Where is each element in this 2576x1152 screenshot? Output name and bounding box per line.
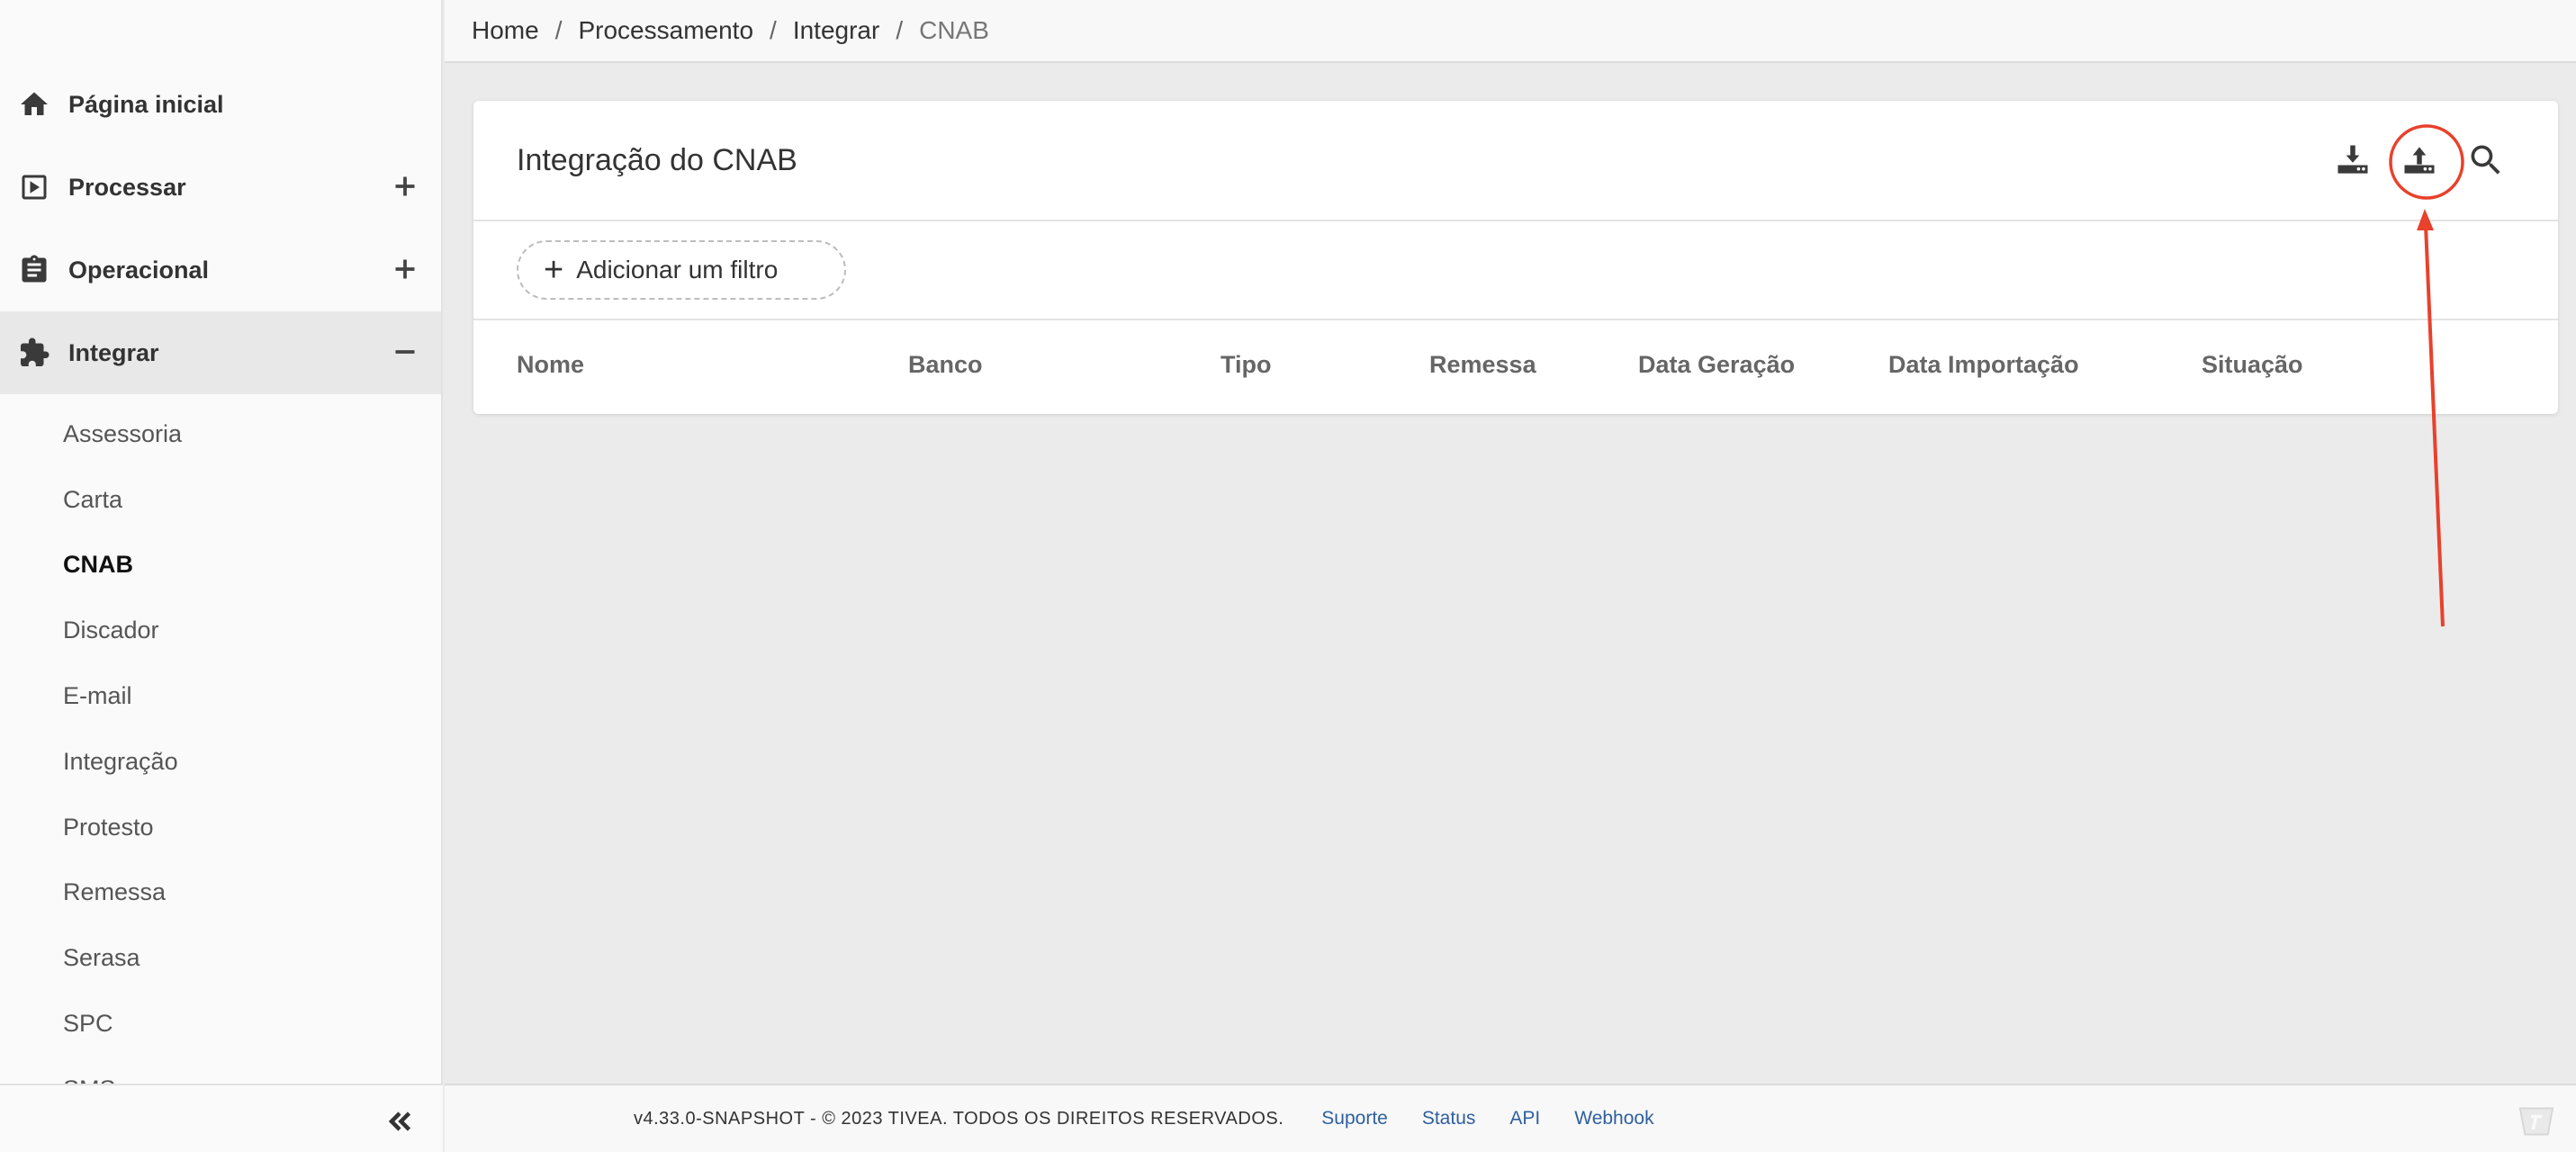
brand-logo-icon: [2518, 1107, 2554, 1136]
play-box-icon: [18, 171, 50, 203]
column-header-data-importacao[interactable]: Data Importação: [1888, 351, 2079, 379]
add-filter-button[interactable]: + Adicionar um filtro: [517, 240, 846, 300]
breadcrumb-separator: /: [896, 16, 904, 44]
sidebar-sub-item-integracao[interactable]: Integração: [0, 729, 441, 795]
sidebar-item-home[interactable]: Página inicial: [0, 63, 441, 146]
app-root: Página inicial Processar Operacional Int…: [0, 0, 2576, 1152]
breadcrumb-item-integrar[interactable]: Integrar: [793, 16, 880, 45]
sidebar-sub-list: Assessoria Carta CNAB Discador E-mail In…: [0, 401, 441, 1084]
sidebar-item-operacional[interactable]: Operacional: [0, 229, 441, 311]
footer: v4.33.0-SNAPSHOT - © 2023 TIVEA. TODOS O…: [445, 1084, 2576, 1152]
footer-copyright: v4.33.0-SNAPSHOT - © 2023 TIVEA. TODOS O…: [634, 1108, 1284, 1129]
footer-link-suporte[interactable]: Suporte: [1321, 1108, 1388, 1130]
sidebar-footer: [0, 1084, 443, 1152]
download-icon[interactable]: [2331, 139, 2374, 182]
table-header: Nome Banco Tipo Remessa Data Geração Dat…: [473, 320, 2558, 412]
breadcrumb-item-home[interactable]: Home: [472, 16, 539, 45]
plus-icon[interactable]: [389, 170, 421, 202]
plus-icon[interactable]: [389, 253, 421, 285]
sidebar-sub-item-assessoria[interactable]: Assessoria: [0, 401, 441, 467]
sidebar-item-processar[interactable]: Processar: [0, 146, 441, 229]
card-header: Integração do CNAB: [473, 101, 2558, 221]
card-actions: [2331, 139, 2508, 182]
filter-row: + Adicionar um filtro: [473, 221, 2558, 320]
double-chevron-left-icon[interactable]: [383, 1105, 416, 1138]
cnab-card: Integração do CNAB + Adicionar um filtro: [473, 101, 2558, 414]
sidebar-item-integrar[interactable]: Integrar: [0, 311, 441, 394]
sidebar-sub-item-spc[interactable]: SPC: [0, 991, 441, 1057]
breadcrumb-separator: /: [554, 16, 563, 44]
clipboard-icon: [18, 254, 50, 286]
column-header-nome[interactable]: Nome: [517, 351, 584, 379]
column-header-data-geracao[interactable]: Data Geração: [1638, 351, 1795, 379]
add-filter-label: Adicionar um filtro: [576, 256, 779, 284]
breadcrumb-separator: /: [770, 16, 777, 44]
footer-link-status[interactable]: Status: [1422, 1108, 1476, 1130]
column-header-tipo[interactable]: Tipo: [1220, 351, 1272, 379]
sidebar-sub-item-carta[interactable]: Carta: [0, 467, 441, 533]
column-header-situacao[interactable]: Situação: [2202, 351, 2303, 379]
sidebar-item-label: Operacional: [68, 256, 210, 284]
sidebar-sub-item-serasa[interactable]: Serasa: [0, 925, 441, 991]
minus-icon[interactable]: [389, 336, 421, 368]
sidebar-item-label: Integrar: [68, 338, 159, 366]
sidebar-item-label: Processar: [68, 173, 186, 201]
footer-link-api[interactable]: API: [1509, 1108, 1540, 1130]
plus-icon: +: [544, 251, 564, 289]
sidebar-sub-item-remessa[interactable]: Remessa: [0, 860, 441, 926]
upload-icon[interactable]: [2398, 139, 2441, 182]
breadcrumb: Home / Processamento / Integrar / CNAB: [445, 0, 2576, 63]
sidebar-sub-item-cnab[interactable]: CNAB: [0, 533, 441, 598]
sidebar-item-label: Página inicial: [68, 90, 224, 118]
column-header-banco[interactable]: Banco: [908, 351, 983, 379]
breadcrumb-item-processamento[interactable]: Processamento: [578, 16, 753, 45]
search-icon[interactable]: [2464, 139, 2508, 182]
sidebar-sub-item-email[interactable]: E-mail: [0, 663, 441, 729]
sidebar-main-nav: Página inicial Processar Operacional Int…: [0, 63, 441, 394]
sidebar-sub-item-sms[interactable]: SMS: [0, 1057, 441, 1084]
puzzle-icon: [18, 337, 50, 369]
home-icon: [18, 88, 50, 121]
breadcrumb-item-cnab: CNAB: [919, 16, 989, 44]
page-title: Integração do CNAB: [517, 142, 797, 177]
sidebar-sub-item-discador[interactable]: Discador: [0, 598, 441, 663]
sidebar: Página inicial Processar Operacional Int…: [0, 0, 443, 1152]
footer-link-webhook[interactable]: Webhook: [1574, 1108, 1653, 1130]
column-header-remessa[interactable]: Remessa: [1429, 351, 1536, 379]
sidebar-sub-item-protesto[interactable]: Protesto: [0, 795, 441, 860]
